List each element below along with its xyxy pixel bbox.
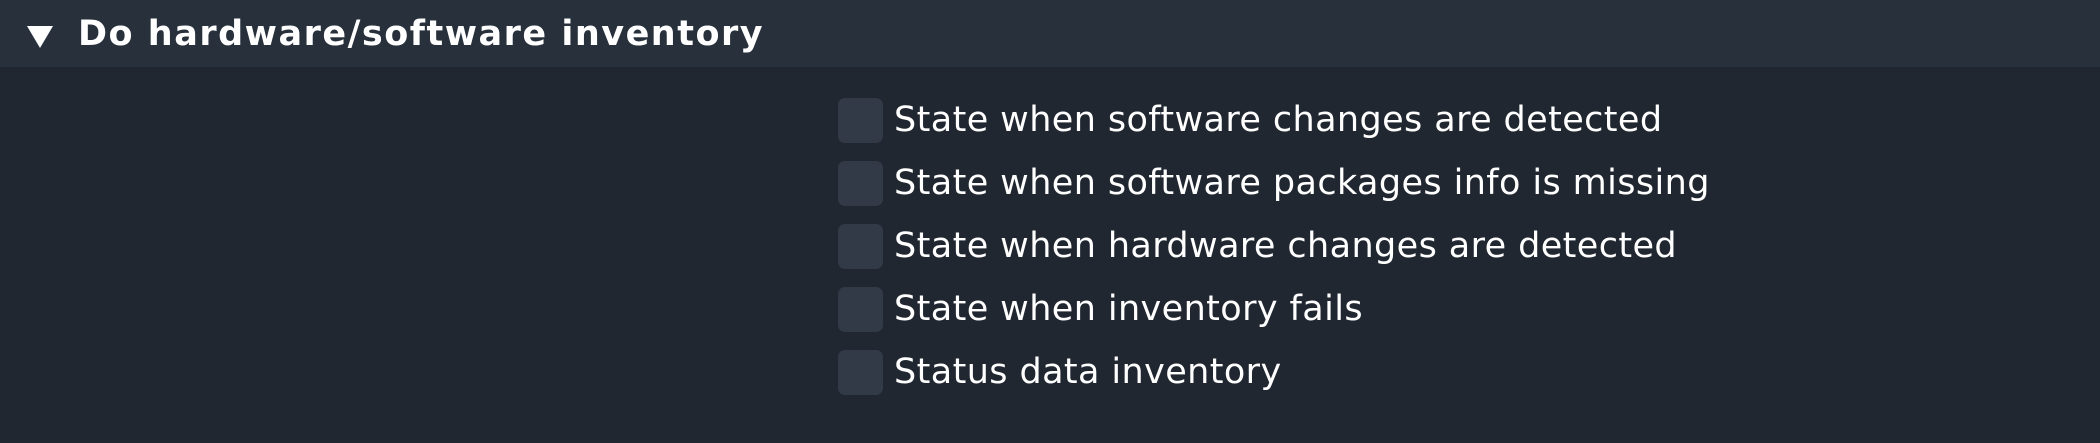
option-software-changes[interactable]: State when software changes are detected xyxy=(838,98,1710,161)
option-label[interactable]: State when software packages info is mis… xyxy=(894,163,1710,203)
option-label[interactable]: State when hardware changes are detected xyxy=(894,226,1677,266)
options-list: State when software changes are detected… xyxy=(838,98,1710,413)
inventory-settings-panel: Do hardware/software inventory State whe… xyxy=(0,0,2100,443)
option-inventory-fails[interactable]: State when inventory fails xyxy=(838,287,1710,350)
triangle-down-icon[interactable] xyxy=(27,26,53,48)
section-title: Do hardware/software inventory xyxy=(78,14,765,54)
option-software-packages-missing[interactable]: State when software packages info is mis… xyxy=(838,161,1710,224)
section-header[interactable]: Do hardware/software inventory xyxy=(0,0,2100,67)
option-label[interactable]: State when software changes are detected xyxy=(894,100,1662,140)
checkbox[interactable] xyxy=(838,161,883,206)
checkbox[interactable] xyxy=(838,350,883,395)
option-label[interactable]: Status data inventory xyxy=(894,352,1282,392)
option-status-data-inventory[interactable]: Status data inventory xyxy=(838,350,1710,413)
checkbox[interactable] xyxy=(838,98,883,143)
option-label[interactable]: State when inventory fails xyxy=(894,289,1363,329)
option-hardware-changes[interactable]: State when hardware changes are detected xyxy=(838,224,1710,287)
checkbox[interactable] xyxy=(838,287,883,332)
checkbox[interactable] xyxy=(838,224,883,269)
